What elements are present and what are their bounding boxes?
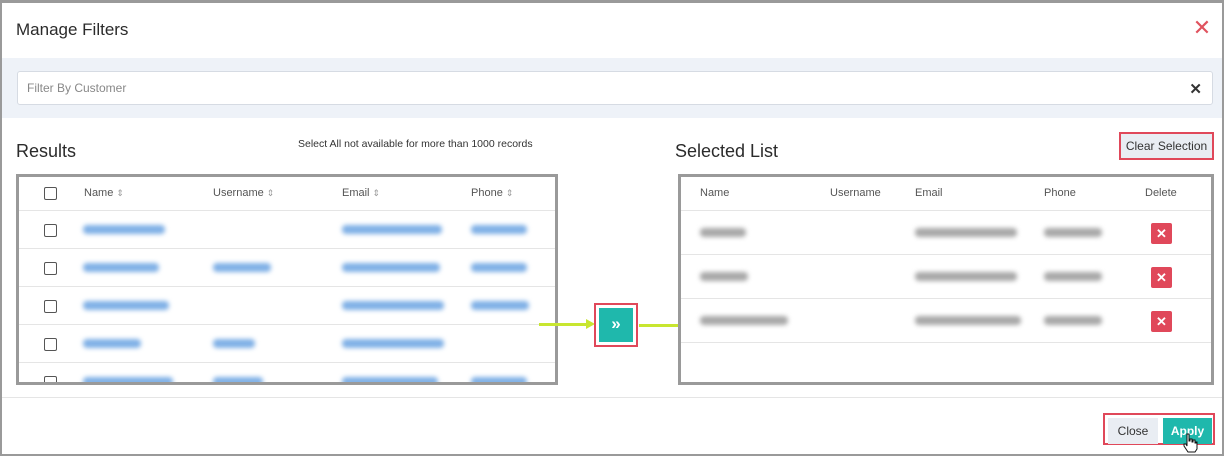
redacted-phone[interactable] bbox=[471, 377, 527, 382]
column-header-email[interactable]: Email ⇕ bbox=[342, 187, 380, 199]
redacted-email[interactable] bbox=[342, 377, 438, 382]
column-label: Phone bbox=[471, 187, 503, 199]
manage-filters-modal: Manage Filters ✕ ✕ Results Select All no… bbox=[0, 0, 1224, 456]
close-icon[interactable]: ✕ bbox=[1191, 17, 1213, 39]
redacted-name[interactable] bbox=[83, 301, 169, 310]
redacted-email[interactable] bbox=[342, 225, 442, 234]
modal-header: Manage Filters ✕ bbox=[2, 3, 1222, 58]
column-label: Email bbox=[342, 187, 370, 199]
sort-icon: ⇕ bbox=[116, 188, 124, 198]
results-table: Name ⇕ Username ⇕ Email ⇕ Phone ⇕ bbox=[16, 174, 558, 385]
sort-icon: ⇕ bbox=[372, 188, 381, 198]
move-to-selected-button[interactable]: » bbox=[599, 308, 633, 342]
column-header-delete: Delete bbox=[1145, 187, 1177, 199]
redacted-email[interactable] bbox=[342, 301, 444, 310]
redacted-phone[interactable] bbox=[471, 263, 527, 272]
selected-table-header: Name Username Email Phone Delete bbox=[681, 177, 1211, 211]
column-header-email: Email bbox=[915, 187, 943, 199]
select-all-note: Select All not available for more than 1… bbox=[298, 138, 533, 150]
footer-divider bbox=[2, 397, 1222, 398]
redacted-name bbox=[700, 316, 788, 325]
redacted-email bbox=[915, 316, 1021, 325]
selected-list-table: Name Username Email Phone Delete ✕ ✕ ✕ bbox=[678, 174, 1214, 385]
table-row[interactable] bbox=[19, 325, 555, 363]
column-header-phone[interactable]: Phone ⇕ bbox=[471, 187, 513, 199]
column-label: Name bbox=[84, 187, 114, 199]
redacted-email bbox=[915, 228, 1017, 237]
row-checkbox[interactable] bbox=[44, 376, 57, 382]
redacted-phone[interactable] bbox=[471, 301, 529, 310]
redacted-name[interactable] bbox=[83, 225, 165, 234]
redacted-name[interactable] bbox=[83, 339, 141, 348]
sort-icon: ⇕ bbox=[505, 188, 514, 198]
select-all-checkbox[interactable] bbox=[44, 187, 57, 200]
selected-list-title: Selected List bbox=[675, 141, 779, 161]
column-header-name: Name bbox=[700, 187, 730, 199]
column-header-phone: Phone bbox=[1044, 187, 1076, 199]
redacted-username[interactable] bbox=[213, 263, 271, 272]
move-button-highlight: » bbox=[594, 303, 638, 347]
delete-icon[interactable]: ✕ bbox=[1151, 267, 1172, 288]
modal-title: Manage Filters bbox=[16, 20, 129, 39]
results-table-header: Name ⇕ Username ⇕ Email ⇕ Phone ⇕ bbox=[19, 177, 555, 211]
table-row[interactable] bbox=[19, 363, 555, 382]
redacted-username[interactable] bbox=[213, 339, 255, 348]
redacted-email bbox=[915, 272, 1017, 281]
table-row: ✕ bbox=[681, 299, 1211, 343]
filter-field: ✕ bbox=[17, 71, 1213, 105]
redacted-phone bbox=[1044, 272, 1102, 281]
table-row: ✕ bbox=[681, 211, 1211, 255]
column-header-name[interactable]: Name ⇕ bbox=[84, 187, 124, 199]
row-checkbox[interactable] bbox=[44, 262, 57, 275]
redacted-phone[interactable] bbox=[471, 225, 527, 234]
row-checkbox[interactable] bbox=[44, 300, 57, 313]
redacted-name[interactable] bbox=[83, 263, 159, 272]
filter-band: ✕ bbox=[2, 58, 1222, 118]
results-title: Results bbox=[16, 141, 77, 161]
close-button[interactable]: Close bbox=[1108, 418, 1158, 444]
redacted-phone bbox=[1044, 316, 1102, 325]
row-checkbox[interactable] bbox=[44, 338, 57, 351]
annotation-arrow bbox=[539, 323, 587, 326]
double-chevron-right-icon: » bbox=[611, 314, 621, 333]
delete-icon[interactable]: ✕ bbox=[1151, 223, 1172, 244]
clear-icon[interactable]: ✕ bbox=[1189, 80, 1202, 98]
redacted-username[interactable] bbox=[213, 377, 263, 382]
footer-buttons-highlight: Close Apply bbox=[1103, 413, 1215, 445]
clear-selection-button[interactable]: Clear Selection bbox=[1119, 132, 1214, 160]
column-header-username[interactable]: Username ⇕ bbox=[213, 187, 274, 199]
table-row[interactable] bbox=[19, 211, 555, 249]
table-row: ✕ bbox=[681, 255, 1211, 299]
redacted-phone bbox=[1044, 228, 1102, 237]
redacted-email[interactable] bbox=[342, 339, 444, 348]
table-row[interactable] bbox=[19, 249, 555, 287]
delete-icon[interactable]: ✕ bbox=[1151, 311, 1172, 332]
redacted-name[interactable] bbox=[83, 377, 173, 382]
hand-cursor-icon bbox=[1183, 433, 1198, 453]
sort-icon: ⇕ bbox=[266, 188, 275, 198]
column-label: Username bbox=[213, 187, 264, 199]
column-header-username: Username bbox=[830, 187, 881, 199]
row-checkbox[interactable] bbox=[44, 224, 57, 237]
table-row[interactable] bbox=[19, 287, 555, 325]
filter-by-customer-input[interactable] bbox=[18, 72, 1168, 104]
redacted-name bbox=[700, 272, 748, 281]
redacted-name bbox=[700, 228, 746, 237]
redacted-email[interactable] bbox=[342, 263, 440, 272]
